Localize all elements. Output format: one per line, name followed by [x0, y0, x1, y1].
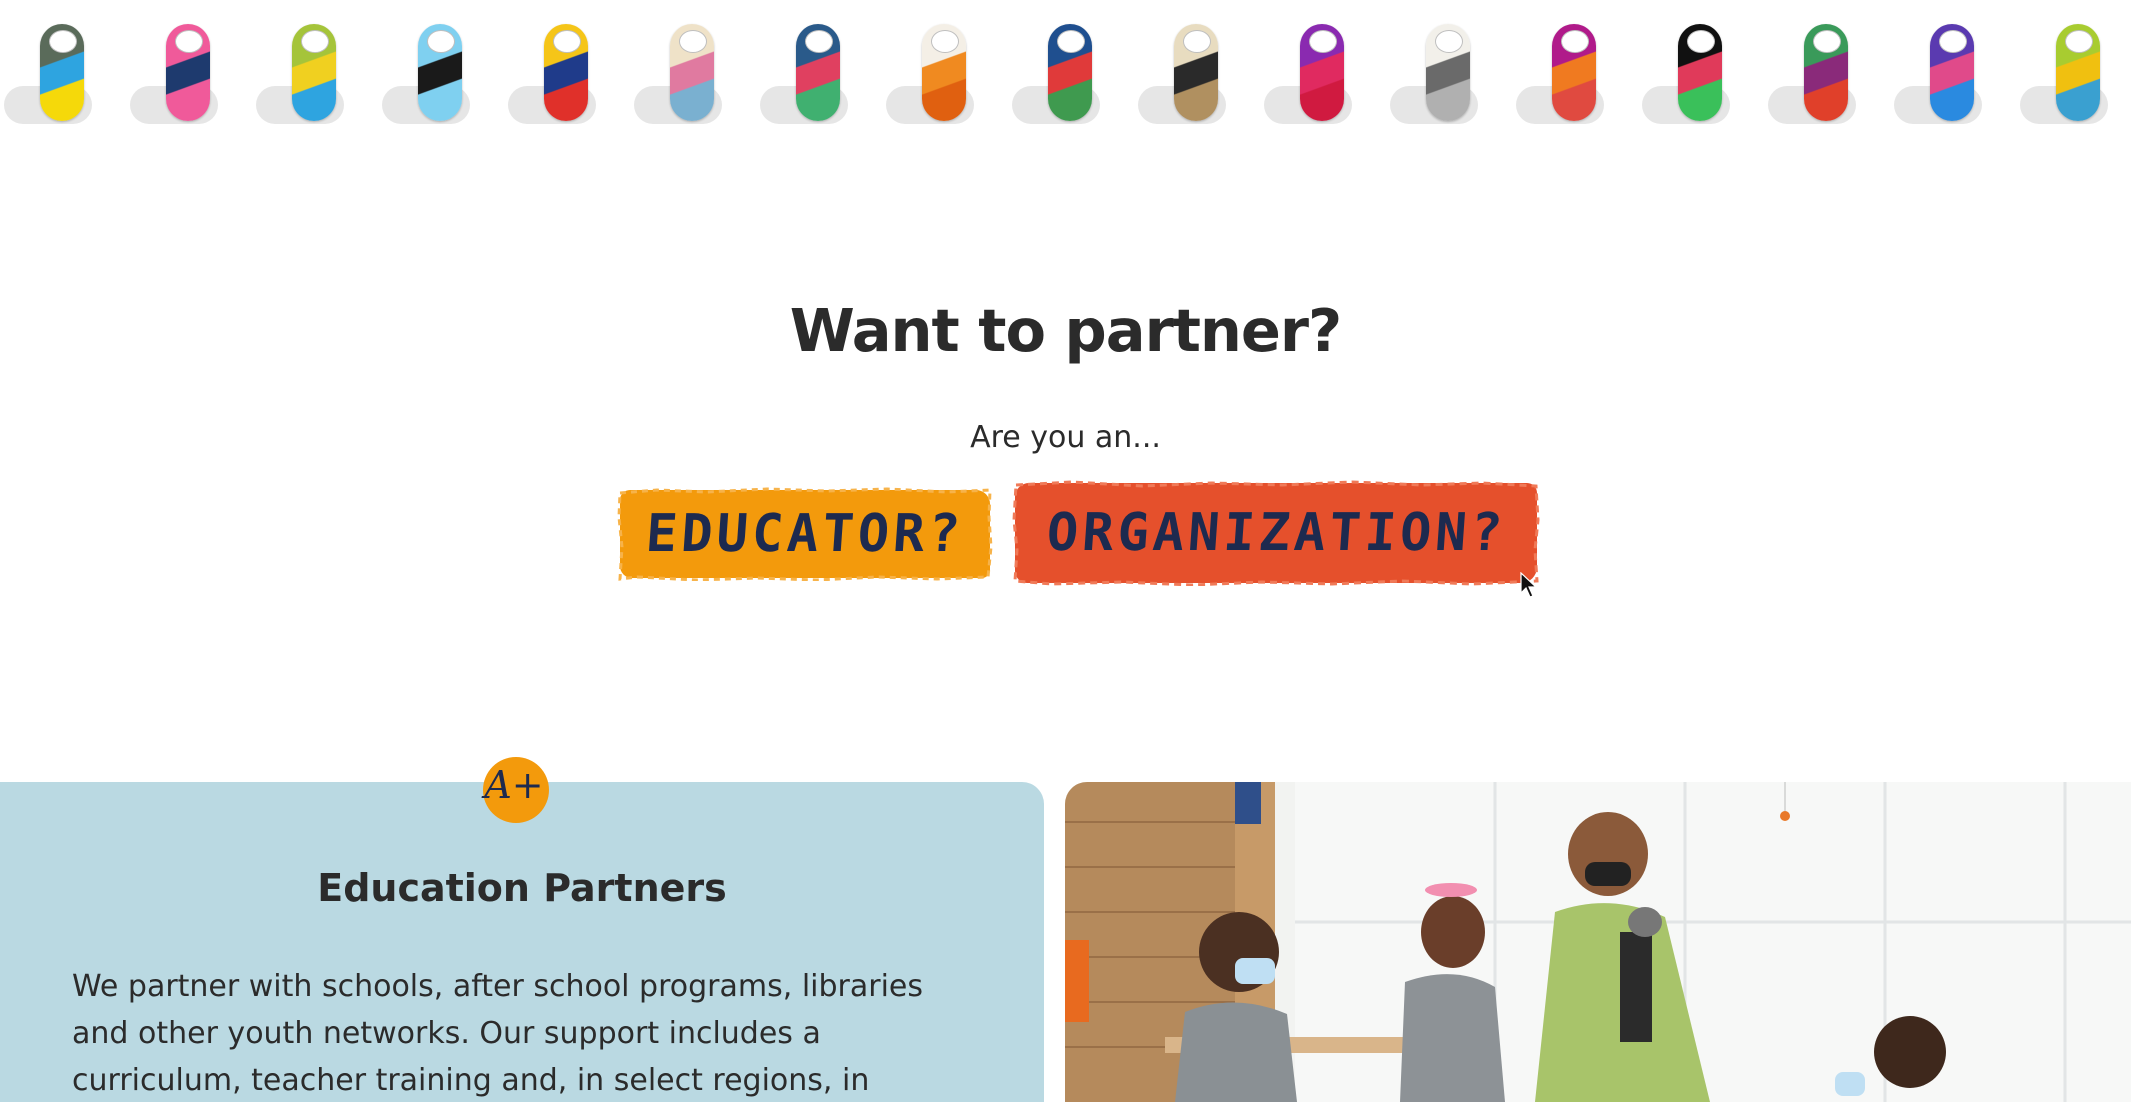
tag-hole: [2065, 30, 2093, 53]
tag-hole: [49, 30, 77, 53]
tag-slot: [1516, 24, 1642, 124]
tag-hole: [1561, 30, 1589, 53]
organization-button-label: ORGANIZATION?: [1044, 503, 1508, 563]
tag-slot: [256, 24, 382, 124]
tag-art-6: [670, 24, 714, 121]
educator-button[interactable]: EDUCATOR?: [617, 487, 993, 581]
tag-slot: [4, 24, 130, 124]
tag-art-4: [418, 24, 462, 121]
tag-hole: [805, 30, 833, 53]
tag-art-12: [1426, 24, 1470, 121]
tag-hole: [679, 30, 707, 53]
tag-hole: [1183, 30, 1211, 53]
tag-slot: [1894, 24, 2020, 124]
a-plus-icon: A+: [481, 757, 549, 823]
tag-art-5: [544, 24, 588, 121]
tag-hole: [553, 30, 581, 53]
tag-hole: [1309, 30, 1337, 53]
tag-art-strip: [0, 0, 2131, 140]
tag-slot: [1642, 24, 1768, 124]
tag-art-13: [1552, 24, 1596, 121]
tag-hole: [1435, 30, 1463, 53]
a-plus-icon-text: A+: [481, 763, 543, 807]
partner-heading: Want to partner?: [789, 296, 1343, 365]
tag-art-14: [1678, 24, 1722, 121]
tag-art-16: [1930, 24, 1974, 121]
tag-art-9: [1048, 24, 1092, 121]
tag-art-10: [1174, 24, 1218, 121]
tag-slot: [634, 24, 760, 124]
tag-art-2: [166, 24, 210, 121]
educator-button-label: EDUCATOR?: [644, 504, 966, 564]
tag-slot: [1012, 24, 1138, 124]
tag-hole: [1687, 30, 1715, 53]
organization-button[interactable]: ORGANIZATION?: [1012, 480, 1540, 586]
tag-slot: [2020, 24, 2131, 124]
tag-art-8: [922, 24, 966, 121]
classroom-photo: [1065, 782, 2131, 1102]
tag-slot: [508, 24, 634, 124]
tag-slot: [382, 24, 508, 124]
tag-art-11: [1300, 24, 1344, 121]
tag-hole: [301, 30, 329, 53]
tag-slot: [760, 24, 886, 124]
tag-slot: [1264, 24, 1390, 124]
tag-art-15: [1804, 24, 1848, 121]
education-partners-description: We partner with schools, after school pr…: [72, 969, 924, 1098]
partner-subtitle: Are you an...: [970, 420, 1161, 455]
tag-slot: [1390, 24, 1516, 124]
tag-art-1: [40, 24, 84, 121]
tag-hole: [1057, 30, 1085, 53]
tag-slot: [130, 24, 256, 124]
tag-slot: [886, 24, 1012, 124]
tag-hole: [1939, 30, 1967, 53]
education-partners-title: Education Partners: [317, 866, 727, 910]
tag-hole: [175, 30, 203, 53]
tag-slot: [1138, 24, 1264, 124]
mouse-pointer-icon: [1520, 572, 1538, 598]
tag-slot: [1768, 24, 1894, 124]
tag-art-7: [796, 24, 840, 121]
tag-hole: [427, 30, 455, 53]
tag-art-3: [292, 24, 336, 121]
tag-hole: [931, 30, 959, 53]
classroom-photo-illustration: [1065, 782, 2131, 1102]
tag-hole: [1813, 30, 1841, 53]
tag-art-17: [2056, 24, 2100, 121]
